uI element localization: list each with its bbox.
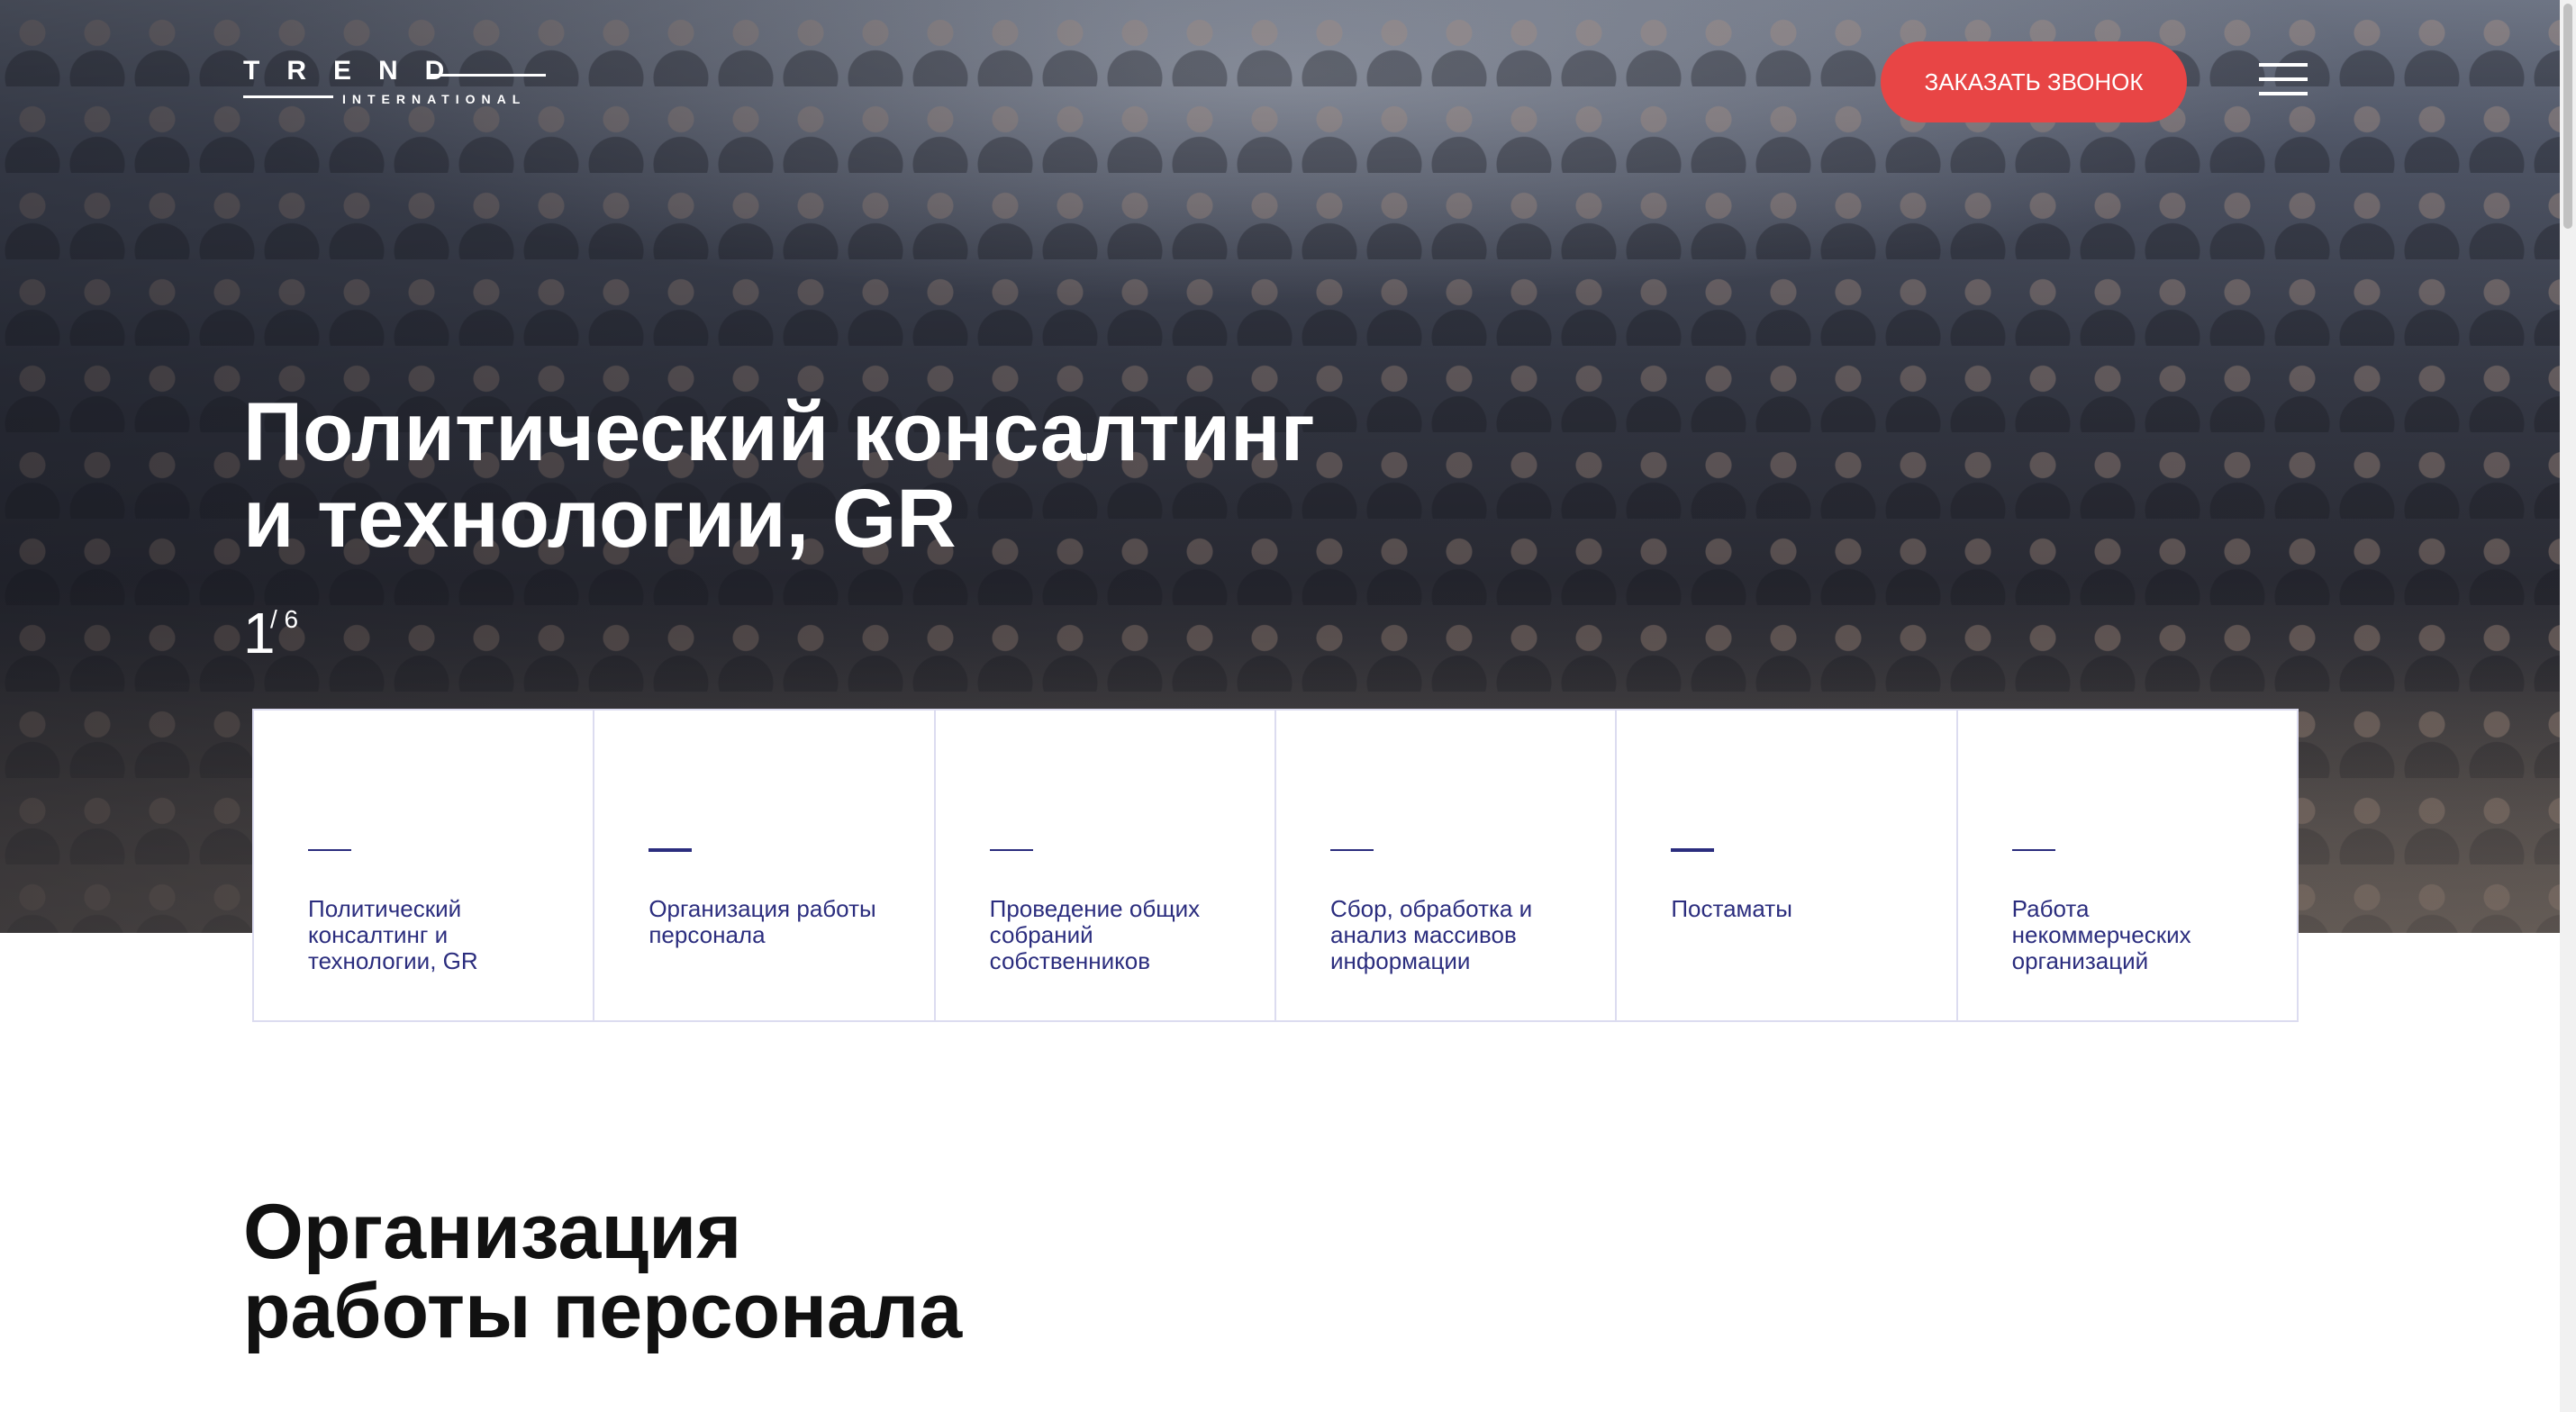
dash-icon [989, 849, 1033, 851]
service-tab-nonprofit[interactable]: Работа некоммерческих организаций [1957, 711, 2297, 1020]
hero-title-line-2: и технологии, GR [243, 473, 957, 565]
dash-icon [1329, 849, 1374, 851]
dash-icon [308, 849, 351, 851]
section-title: Организация работы персонала [243, 1192, 962, 1351]
service-tab-political-consulting[interactable]: Политический консалтинг и технологии, GR [254, 711, 595, 1020]
logo-line [431, 74, 546, 77]
logo-underline [243, 95, 333, 98]
logo[interactable]: TREND INTERNATIONAL [243, 56, 549, 110]
scrollbar-thumb[interactable] [2563, 4, 2572, 229]
service-tab-label: Работа некоммерческих организаций [2011, 895, 2191, 974]
service-tab-label: Организация работы персонала [649, 895, 876, 948]
section-title-line-2: работы персонала [243, 1268, 963, 1354]
logo-sub-text: INTERNATIONAL [342, 92, 527, 106]
hero-title: Политический консалтинг и технологии, GR [243, 389, 1504, 562]
page-scrollbar[interactable] [2560, 0, 2576, 1412]
service-tab-postamats[interactable]: Постаматы [1617, 711, 1958, 1020]
service-tab-label: Проведение общих собраний собственников [989, 895, 1201, 974]
service-tab-label: Постаматы [1671, 895, 1792, 922]
service-tab-staff-organization[interactable]: Организация работы персонала [594, 711, 936, 1020]
service-tab-owner-meetings[interactable]: Проведение общих собраний собственников [935, 711, 1276, 1020]
service-tab-data-analysis[interactable]: Сбор, обработка и анализ массивов информ… [1275, 711, 1618, 1020]
order-call-button[interactable]: ЗАКАЗАТЬ ЗВОНОК [1881, 41, 2187, 122]
section-title-line-1: Организация [243, 1189, 742, 1275]
service-tab-label: Политический консалтинг и технологии, GR [308, 895, 478, 974]
service-tab-label: Сбор, обработка и анализ массивов информ… [1329, 895, 1533, 974]
dash-icon [2011, 849, 2055, 851]
hamburger-menu-icon[interactable] [2259, 63, 2308, 95]
hero-title-line-1: Политический консалтинг [243, 386, 1315, 478]
slide-counter: 1 / 6 [243, 602, 298, 665]
dash-icon [1671, 848, 1715, 852]
services-tabs: Политический консалтинг и технологии, GR… [252, 709, 2299, 1022]
dash-icon [649, 848, 693, 852]
slide-counter-total: / 6 [270, 605, 299, 633]
logo-main-text: TREND [243, 56, 472, 86]
